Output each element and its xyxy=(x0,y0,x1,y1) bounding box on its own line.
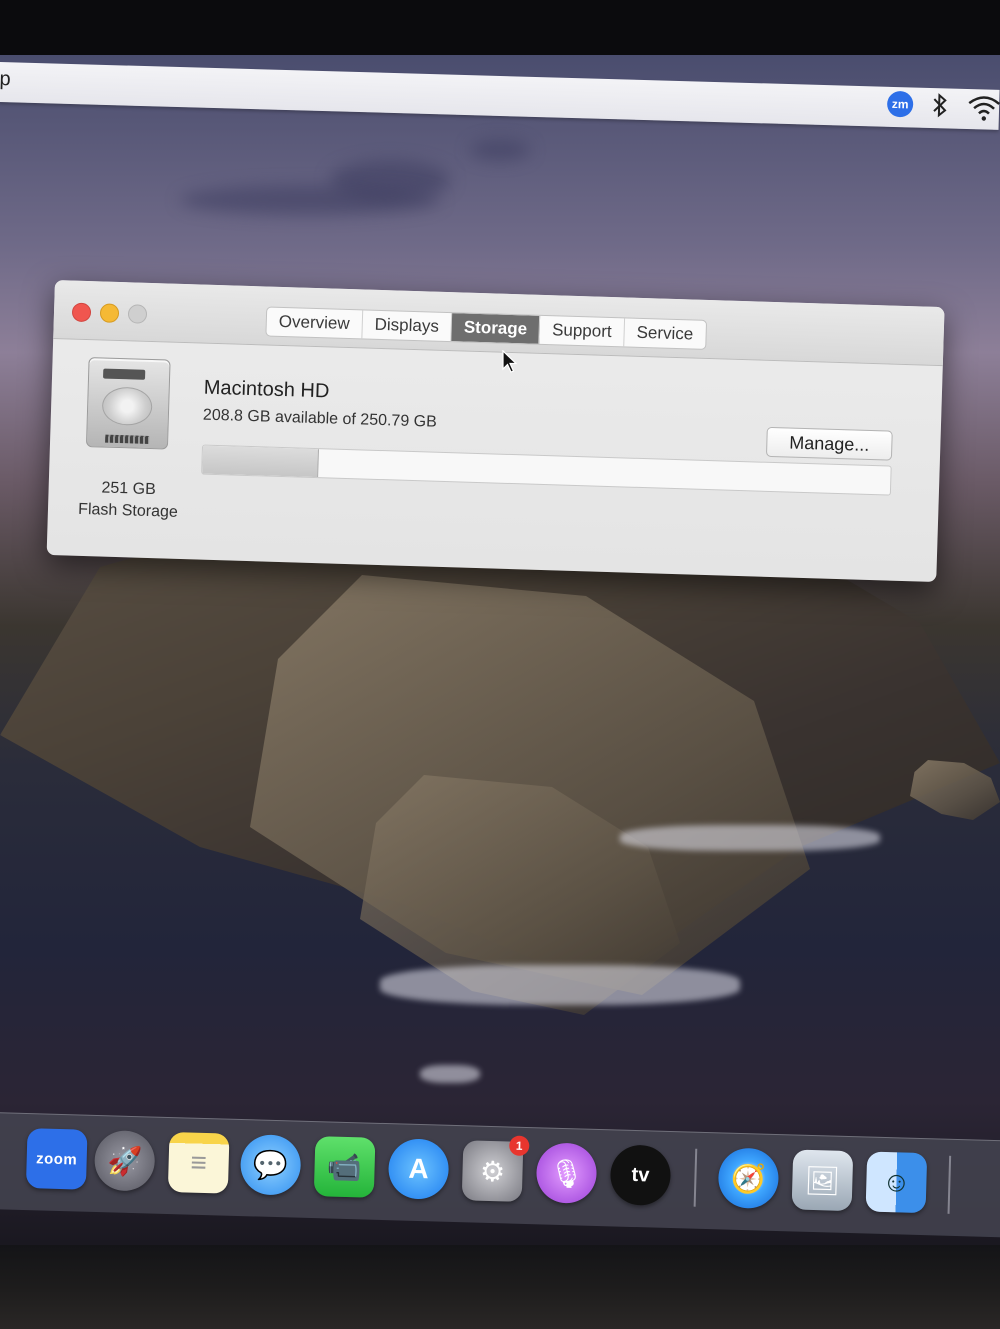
zoom-icon-label: zoom xyxy=(35,1149,78,1168)
zoom-button[interactable] xyxy=(127,304,148,324)
disk-type: Flash Storage xyxy=(77,500,179,521)
bluetooth-icon[interactable] xyxy=(931,92,950,124)
apple-tv-label: tv xyxy=(631,1163,650,1186)
app-menu[interactable]: p xyxy=(0,68,11,91)
tab-support[interactable]: Support xyxy=(539,315,626,347)
manage-button[interactable]: Manage... xyxy=(765,426,893,461)
apple-tv-icon[interactable]: tv xyxy=(609,1144,672,1207)
disk-name: Macintosh HD xyxy=(203,376,330,403)
zoom-icon[interactable]: zoom xyxy=(25,1128,88,1190)
sea-rock xyxy=(910,760,1000,820)
wave-foam xyxy=(420,1065,480,1083)
cloud xyxy=(180,185,440,215)
dock-separator xyxy=(947,1155,952,1214)
notification-badge: 1 xyxy=(508,1135,530,1157)
cloud xyxy=(470,140,530,160)
launchpad-icon[interactable]: 🚀 xyxy=(93,1129,156,1192)
finder-icon[interactable]: ☺ xyxy=(865,1151,928,1214)
tab-displays[interactable]: Displays xyxy=(362,310,453,342)
disk-availability: 208.8 GB available of 250.79 GB xyxy=(202,406,438,431)
messages-icon[interactable]: 💬 xyxy=(239,1134,302,1196)
facetime-icon[interactable]: 📹 xyxy=(313,1136,376,1198)
dock-separator xyxy=(693,1148,698,1207)
disk-caption: 251 GB Flash Storage xyxy=(58,476,199,524)
wifi-icon[interactable] xyxy=(967,93,1000,127)
minimize-button[interactable] xyxy=(99,303,120,323)
app-store-icon[interactable]: A xyxy=(387,1138,450,1200)
notes-icon[interactable]: ≡ xyxy=(167,1132,230,1194)
tab-bar: Overview Displays Storage Support Servic… xyxy=(265,306,707,350)
desktop-wallpaper xyxy=(0,55,1000,1245)
podcasts-icon[interactable]: 🎙 xyxy=(535,1142,598,1204)
laptop-bezel xyxy=(0,1245,1000,1329)
wave-foam xyxy=(620,825,880,851)
zoom-status-icon[interactable]: zm xyxy=(886,90,914,118)
preview-icon[interactable]: 🖼 xyxy=(791,1149,854,1212)
tab-service[interactable]: Service xyxy=(624,318,706,348)
mouse-pointer-icon xyxy=(502,349,518,379)
safari-icon[interactable]: 🧭 xyxy=(717,1147,780,1210)
about-this-mac-window: Overview Displays Storage Support Servic… xyxy=(46,280,945,583)
tab-overview[interactable]: Overview xyxy=(266,307,364,339)
storage-used-segment xyxy=(202,445,319,478)
system-preferences-icon[interactable]: ⚙ 1 xyxy=(461,1135,530,1202)
hard-drive-icon xyxy=(85,357,171,450)
tab-storage[interactable]: Storage xyxy=(451,313,541,344)
close-button[interactable] xyxy=(71,302,92,323)
wave-foam xyxy=(380,965,740,1005)
